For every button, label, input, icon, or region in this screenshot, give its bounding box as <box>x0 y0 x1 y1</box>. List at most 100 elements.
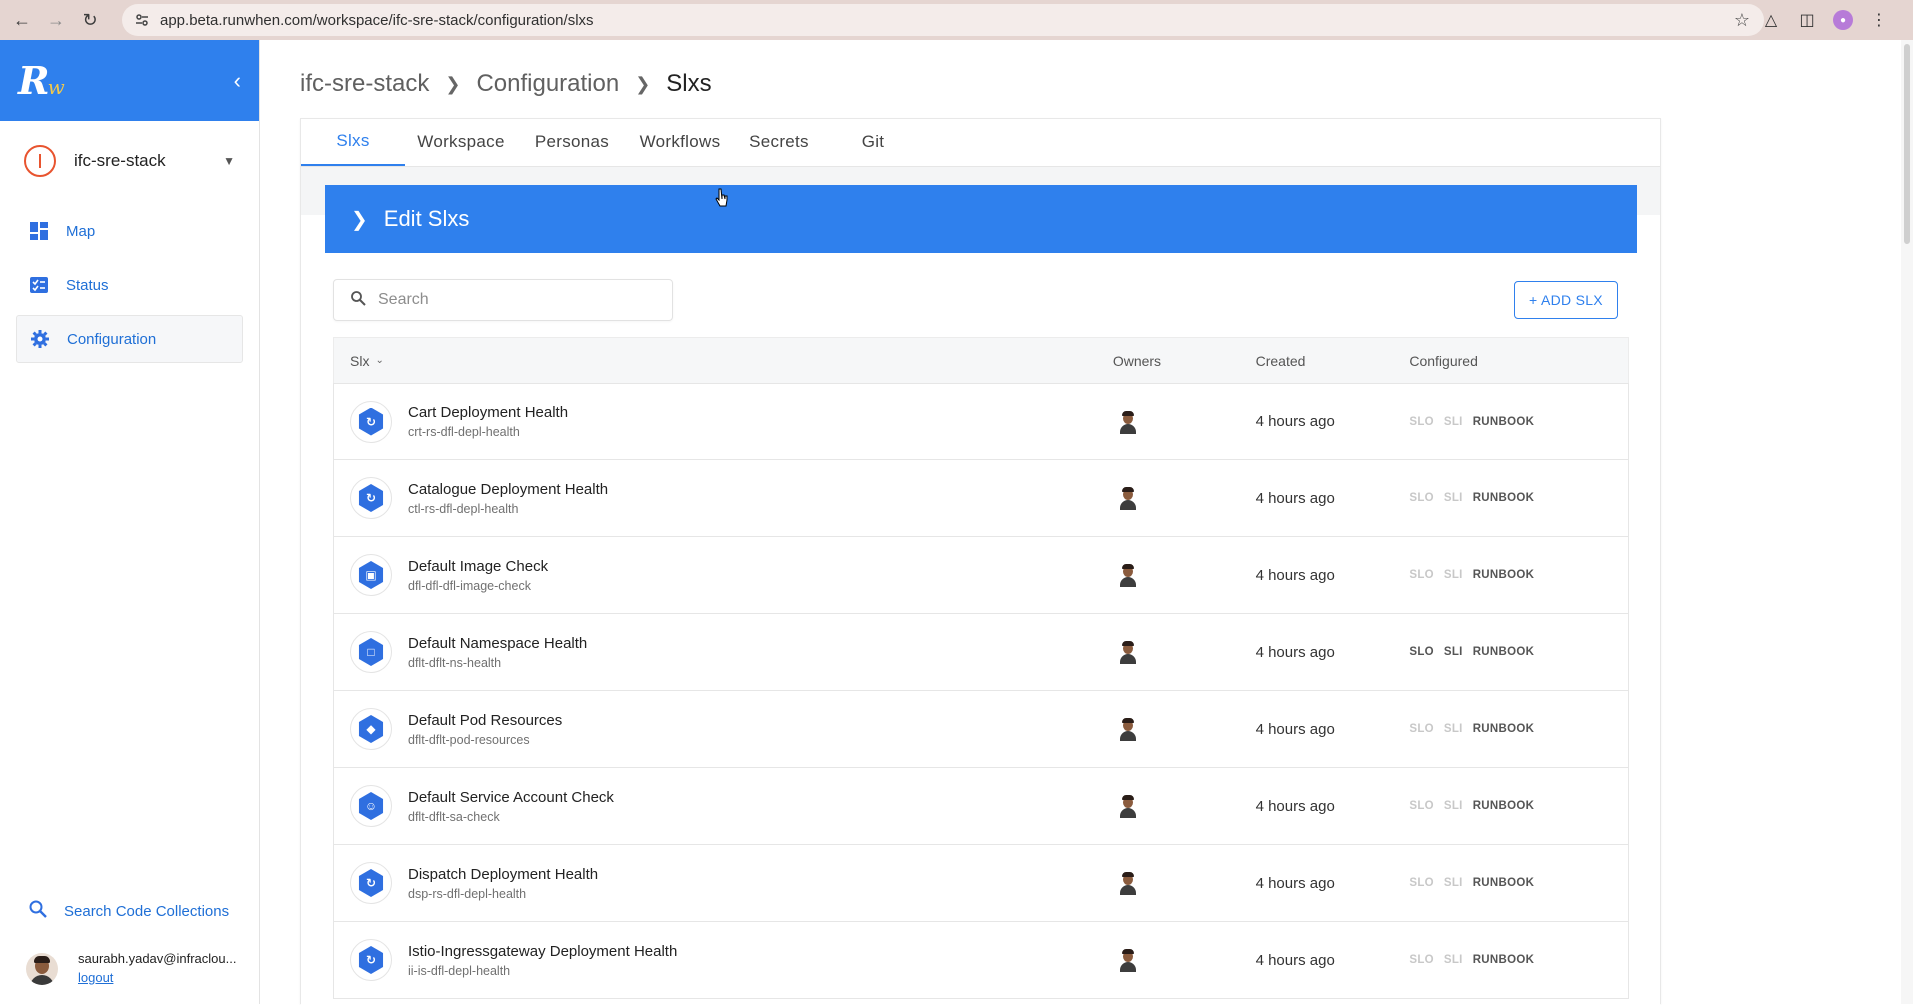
sidebar-item-configuration[interactable]: Configuration <box>16 315 243 363</box>
slx-title[interactable]: Dispatch Deployment Health <box>408 866 598 883</box>
created-cell: 4 hours ago <box>1255 489 1335 507</box>
page-scrollbar[interactable] <box>1901 40 1913 1004</box>
slx-cell: □ Default Namespace Health dflt-dflt-ns-he… <box>334 631 1113 673</box>
owner-cell <box>1113 794 1256 818</box>
slo-tag[interactable]: SLO <box>1409 646 1434 658</box>
menu-kebab-icon[interactable]: ⋮ <box>1867 8 1891 32</box>
tab-personas[interactable]: Personas <box>517 118 627 166</box>
tab-workflows[interactable]: Workflows <box>627 118 733 166</box>
slx-title[interactable]: Default Namespace Health <box>408 635 587 652</box>
runbook-tag[interactable]: RUNBOOK <box>1473 492 1535 504</box>
table-row[interactable]: ▣ Default Image Check dfl-dfl-dfl-image-ch… <box>333 537 1629 614</box>
edit-slxs-banner[interactable]: ❯ Edit Slxs <box>325 185 1637 253</box>
table-row[interactable]: ☺ Default Service Account Check dflt-dflt-… <box>333 768 1629 845</box>
owner-avatar[interactable] <box>1117 794 1139 818</box>
runwhen-logo[interactable]: R w <box>18 58 65 103</box>
slo-tag[interactable]: SLO <box>1409 800 1434 812</box>
owner-avatar[interactable] <box>1117 563 1139 587</box>
runbook-tag[interactable]: RUNBOOK <box>1473 800 1535 812</box>
table-row[interactable]: ↻ Catalogue Deployment Health ctl-rs-dfl-d… <box>333 460 1629 537</box>
slx-title[interactable]: Default Service Account Check <box>408 789 614 806</box>
search-field[interactable] <box>333 279 673 321</box>
sidebar-item-status[interactable]: Status <box>16 261 243 309</box>
sli-tag[interactable]: SLI <box>1444 569 1463 581</box>
bookmark-star-icon[interactable]: ☆ <box>1734 10 1750 31</box>
sort-down-icon[interactable]: ⌄ <box>375 355 383 366</box>
browser-toolbar: ← → ↻ app.beta.runwhen.com/workspace/ifc… <box>0 0 1913 40</box>
tab-slxs[interactable]: Slxs <box>301 118 405 166</box>
slo-tag[interactable]: SLO <box>1409 723 1434 735</box>
mouse-cursor-icon <box>715 188 729 208</box>
runbook-tag[interactable]: RUNBOOK <box>1473 416 1535 428</box>
reload-icon[interactable]: ↻ <box>78 8 102 32</box>
column-header-owners: Owners <box>1112 352 1162 369</box>
labs-flask-icon[interactable]: △ <box>1759 8 1783 32</box>
logo-letter-small: w <box>47 75 65 99</box>
owner-cell <box>1113 563 1256 587</box>
owner-avatar[interactable] <box>1117 871 1139 895</box>
runbook-tag[interactable]: RUNBOOK <box>1473 723 1535 735</box>
slo-tag[interactable]: SLO <box>1409 492 1434 504</box>
site-settings-icon[interactable] <box>130 8 154 32</box>
slx-title[interactable]: Default Image Check <box>408 558 548 575</box>
table-row[interactable]: ◆ Default Pod Resources dflt-dflt-pod-reso… <box>333 691 1629 768</box>
tab-secrets[interactable]: Secrets <box>733 118 825 166</box>
add-slx-button[interactable]: + ADD SLX <box>1514 281 1618 319</box>
table-header: Slx ⌄ Owners Created Configured <box>333 337 1629 383</box>
back-icon[interactable]: ← <box>10 8 34 32</box>
column-header-slx[interactable]: Slx ⌄ <box>334 353 1113 369</box>
runbook-tag[interactable]: RUNBOOK <box>1473 646 1535 658</box>
breadcrumb-workspace[interactable]: ifc-sre-stack <box>300 70 429 98</box>
runbook-tag[interactable]: RUNBOOK <box>1473 954 1535 966</box>
runbook-tag[interactable]: RUNBOOK <box>1473 569 1535 581</box>
tab-git[interactable]: Git <box>825 118 921 166</box>
address-bar[interactable]: app.beta.runwhen.com/workspace/ifc-sre-s… <box>122 4 1764 36</box>
url-text: app.beta.runwhen.com/workspace/ifc-sre-s… <box>160 11 594 29</box>
sli-tag[interactable]: SLI <box>1444 800 1463 812</box>
sidebar-item-map[interactable]: Map <box>16 207 243 255</box>
owner-avatar[interactable] <box>1117 640 1139 664</box>
profile-icon[interactable]: ● <box>1831 8 1855 32</box>
slx-short-name: dsp-rs-dfl-depl-health <box>408 886 527 901</box>
sli-tag[interactable]: SLI <box>1444 877 1463 889</box>
owner-avatar[interactable] <box>1117 717 1139 741</box>
collapse-sidebar-icon[interactable]: ‹ <box>234 68 241 94</box>
table-row[interactable]: ↻ Dispatch Deployment Health dsp-rs-dfl-de… <box>333 845 1629 922</box>
tab-workspace[interactable]: Workspace <box>405 118 517 166</box>
column-label: Slx <box>350 352 370 369</box>
slx-title[interactable]: Catalogue Deployment Health <box>408 481 608 498</box>
sli-tag[interactable]: SLI <box>1444 723 1463 735</box>
search-icon <box>28 899 48 924</box>
created-cell: 4 hours ago <box>1255 720 1335 738</box>
slo-tag[interactable]: SLO <box>1409 416 1434 428</box>
slo-tag[interactable]: SLO <box>1409 954 1434 966</box>
search-input[interactable] <box>378 291 658 309</box>
breadcrumb-configuration[interactable]: Configuration <box>476 70 619 98</box>
table-row[interactable]: □ Default Namespace Health dflt-dflt-ns-he… <box>333 614 1629 691</box>
table-row[interactable]: ↻ Cart Deployment Health crt-rs-dfl-depl-h… <box>333 383 1629 460</box>
search-code-collections-label: Search Code Collections <box>64 902 230 920</box>
owner-avatar[interactable] <box>1117 948 1139 972</box>
slo-tag[interactable]: SLO <box>1409 877 1434 889</box>
created-cell: 4 hours ago <box>1255 951 1335 969</box>
created-cell: 4 hours ago <box>1255 797 1335 815</box>
sli-tag[interactable]: SLI <box>1444 646 1463 658</box>
owner-avatar[interactable] <box>1117 410 1139 434</box>
slx-title[interactable]: Cart Deployment Health <box>408 404 568 421</box>
slx-deploy-icon: ↻ <box>350 862 392 904</box>
slo-tag[interactable]: SLO <box>1409 569 1434 581</box>
slx-title[interactable]: Istio-Ingressgateway Deployment Health <box>408 943 677 960</box>
search-code-collections-link[interactable]: Search Code Collections <box>0 888 260 934</box>
sli-tag[interactable]: SLI <box>1444 954 1463 966</box>
table-row[interactable]: ↻ Istio-Ingressgateway Deployment Health i… <box>333 922 1629 999</box>
forward-icon[interactable]: → <box>44 8 68 32</box>
sli-tag[interactable]: SLI <box>1444 416 1463 428</box>
slx-title[interactable]: Default Pod Resources <box>408 712 562 729</box>
logout-link[interactable]: logout <box>78 970 113 985</box>
runbook-tag[interactable]: RUNBOOK <box>1473 877 1535 889</box>
sli-tag[interactable]: SLI <box>1444 492 1463 504</box>
workspace-selector[interactable]: ifc-sre-stack ▼ <box>0 121 259 201</box>
side-panel-icon[interactable]: ◫ <box>1795 8 1819 32</box>
hexagon-badge: ↻ <box>358 869 384 897</box>
owner-avatar[interactable] <box>1117 486 1139 510</box>
